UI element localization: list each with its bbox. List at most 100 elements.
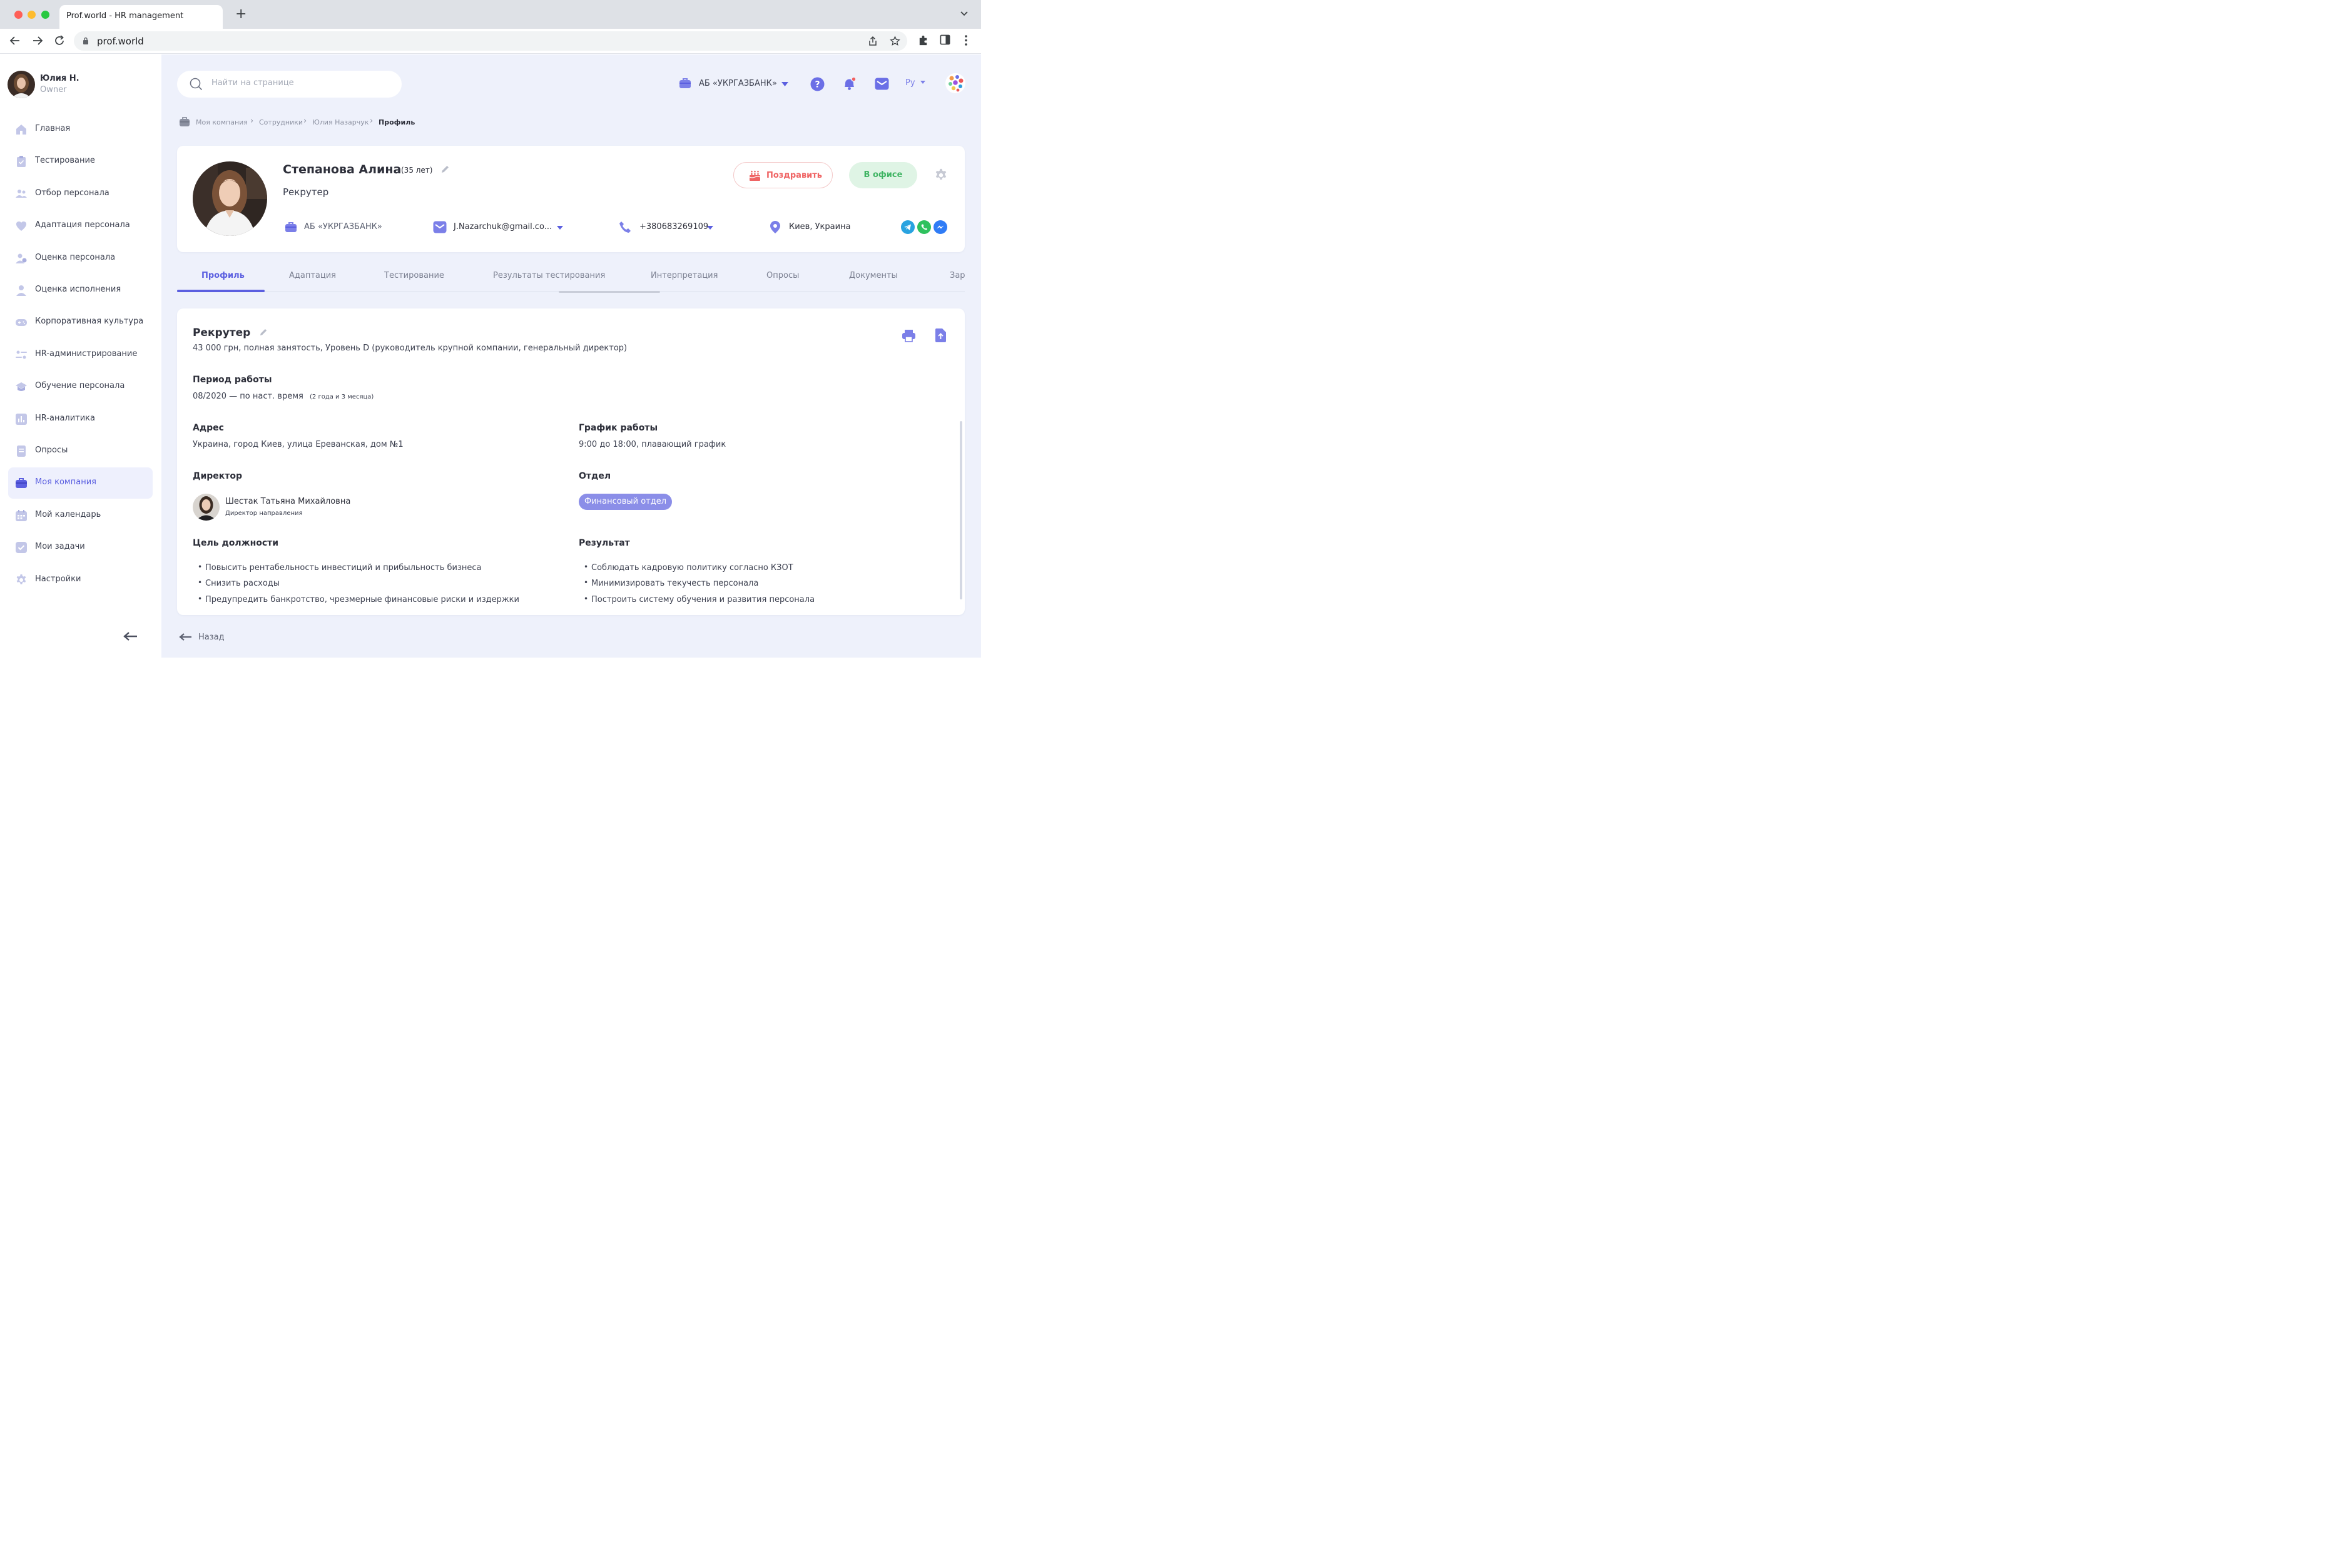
export-file-icon[interactable] xyxy=(935,328,947,343)
forward-arrow-icon[interactable] xyxy=(31,34,44,47)
caret-down-icon[interactable] xyxy=(707,226,713,230)
user-avatar[interactable] xyxy=(8,71,35,98)
sidebar-item-label: Настройки xyxy=(35,574,81,584)
sidebar-item[interactable]: Главная xyxy=(8,114,153,145)
tabs-scrollbar[interactable] xyxy=(559,291,660,293)
sidebar-item[interactable]: Оценка персонала xyxy=(8,243,153,274)
pencil-edit-icon[interactable] xyxy=(440,165,450,174)
profile-tab[interactable]: Адаптация xyxy=(289,271,336,280)
briefcase-icon xyxy=(180,117,190,126)
breadcrumb-item[interactable]: Сотрудники xyxy=(259,118,303,126)
profile-tab[interactable]: Зар xyxy=(950,271,965,280)
director-name[interactable]: Шестак Татьяна Михайловна xyxy=(225,497,350,506)
sidebar-item-label: Адаптация персонала xyxy=(35,220,130,230)
details-title: Рекрутер xyxy=(193,327,251,339)
period-value: 08/2020 — по наст. время (2 года и 3 мес… xyxy=(193,392,374,401)
browser-tab-bar: Prof.world - HR management + xyxy=(0,0,981,29)
mail-icon[interactable] xyxy=(875,78,889,90)
sidebar-item[interactable]: Опросы xyxy=(8,435,153,467)
window-minimize-button[interactable] xyxy=(28,11,36,19)
browser-menu-icon[interactable] xyxy=(964,34,969,46)
active-tab-indicator xyxy=(177,290,265,292)
department-badge[interactable]: Финансовый отдел xyxy=(579,494,673,510)
user-name: Юлия Н. xyxy=(40,74,79,83)
breadcrumb-item[interactable]: Юлия Назарчук xyxy=(312,118,369,126)
result-item: Минимизировать текучесть персонала xyxy=(584,578,758,588)
sidebar-item[interactable]: Обучение персонала xyxy=(8,371,153,402)
sidebar-item-label: Оценка исполнения xyxy=(35,285,121,294)
sidebar-item[interactable]: Мой календарь xyxy=(8,500,153,531)
congratulate-button-label: Поздравить xyxy=(766,171,823,180)
main-content: АБ «УКРГАЗБАНК» ? Ру xyxy=(161,54,981,658)
print-icon[interactable] xyxy=(902,329,916,342)
browser-tab[interactable]: Prof.world - HR management xyxy=(59,5,223,29)
breadcrumb-item[interactable]: Моя компания xyxy=(196,118,248,126)
notification-bell-icon[interactable] xyxy=(842,76,857,91)
director-role: Директор направления xyxy=(225,510,303,517)
back-arrow-icon[interactable] xyxy=(9,34,21,47)
telegram-icon[interactable] xyxy=(901,220,915,234)
pencil-edit-icon[interactable] xyxy=(259,328,268,337)
sidebar-item[interactable]: Корпоративная культура xyxy=(8,307,153,338)
gear-icon[interactable] xyxy=(934,168,948,182)
checkbox-icon xyxy=(16,542,27,554)
window-zoom-button[interactable] xyxy=(41,11,49,19)
address-bar[interactable]: prof.world xyxy=(74,31,907,51)
schedule-heading: График работы xyxy=(579,423,658,433)
sidebar-item[interactable]: HR-администрирование xyxy=(8,339,153,370)
language-selector[interactable]: Ру xyxy=(905,78,925,88)
sidebar-item[interactable]: HR-аналитика xyxy=(8,404,153,435)
profile-tab[interactable]: Опросы xyxy=(766,271,799,280)
reload-icon[interactable] xyxy=(53,34,66,47)
collapse-sidebar-arrow-icon[interactable] xyxy=(123,631,138,641)
address-bar-url: prof.world xyxy=(97,36,144,47)
goal-heading: Цель должности xyxy=(193,538,279,548)
caret-down-icon[interactable] xyxy=(557,226,563,230)
profile-tab[interactable]: Тестирование xyxy=(384,271,444,280)
details-scrollbar[interactable] xyxy=(960,421,962,599)
back-button-label: Назад xyxy=(198,633,225,642)
new-tab-button[interactable]: + xyxy=(235,8,247,21)
sidebar-item[interactable]: Тестирование xyxy=(8,146,153,177)
sidepanel-icon[interactable] xyxy=(940,34,950,45)
search-box[interactable] xyxy=(177,71,402,98)
whatsapp-icon[interactable] xyxy=(917,220,931,234)
user-icon xyxy=(16,285,26,296)
sidebar-item-label: Корпоративная культура xyxy=(35,317,144,327)
search-input[interactable] xyxy=(211,78,393,88)
chevron-down-icon[interactable] xyxy=(960,9,969,18)
mail-icon xyxy=(433,221,447,233)
share-icon[interactable] xyxy=(868,36,878,46)
sidebar-item-label: HR-администрирование xyxy=(35,349,138,359)
profile-tab[interactable]: Профиль xyxy=(201,271,245,280)
director-heading: Директор xyxy=(193,471,243,481)
extensions-puzzle-icon[interactable] xyxy=(917,34,929,46)
status-in-office-button[interactable]: В офисе xyxy=(849,162,917,188)
window-close-button[interactable] xyxy=(14,11,23,19)
calendar-icon xyxy=(16,509,27,521)
brand-logo-avatar[interactable] xyxy=(945,73,966,94)
congratulate-button[interactable]: Поздравить xyxy=(733,162,833,188)
browser-tab-title: Prof.world - HR management xyxy=(66,11,184,21)
sidebar-item[interactable]: Мои задачи xyxy=(8,532,153,563)
director-avatar[interactable] xyxy=(193,494,220,521)
sidebar-item[interactable]: Моя компания xyxy=(8,467,153,499)
help-icon[interactable]: ? xyxy=(810,77,825,91)
sidebar-item[interactable]: Оценка исполнения xyxy=(8,275,153,306)
profile-tab[interactable]: Результаты тестирования xyxy=(493,271,605,280)
goal-item: Предупредить банкротство, чрезмерные фин… xyxy=(198,594,519,604)
sidebar-item[interactable]: Отбор персонала xyxy=(8,178,153,210)
sidebar-item[interactable]: Адаптация персонала xyxy=(8,210,153,242)
chevron-right-icon: › xyxy=(303,116,307,126)
sidebar-item-label: Главная xyxy=(35,124,71,133)
profile-tabs: Профиль Адаптация Тестирование Результаты т… xyxy=(177,261,965,293)
search-icon xyxy=(190,78,203,91)
bookmark-star-icon[interactable] xyxy=(890,36,900,46)
bar-chart-icon xyxy=(16,413,27,425)
graduation-cap-icon xyxy=(16,382,27,392)
sidebar-item[interactable]: Настройки xyxy=(8,564,153,596)
period-dates: 08/2020 — по наст. время xyxy=(193,392,303,401)
profile-tab[interactable]: Интерпретация xyxy=(651,271,718,280)
messenger-icon[interactable] xyxy=(933,220,947,234)
profile-tab[interactable]: Документы xyxy=(849,271,898,280)
